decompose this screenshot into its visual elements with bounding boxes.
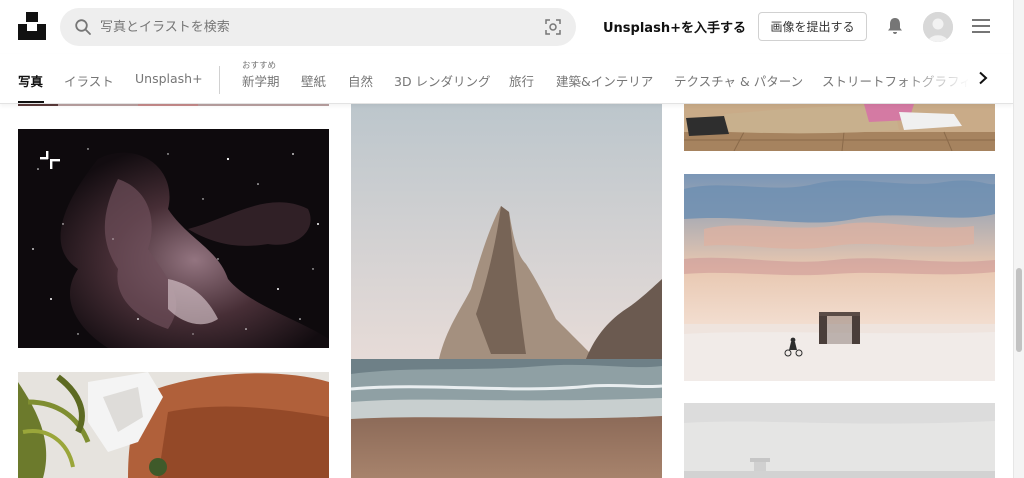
visual-search-icon[interactable]	[544, 18, 562, 36]
tab-textures-patterns[interactable]: テクスチャ & パターン	[674, 71, 803, 90]
tab-travel[interactable]: 旅行	[509, 71, 534, 90]
tab-3d-renders[interactable]: 3D レンダリング	[394, 71, 491, 90]
recommend-label: おすすめ	[242, 61, 277, 71]
tab-nature[interactable]: 自然	[348, 71, 373, 90]
tab-architecture-interior[interactable]: 建築&インテリア	[556, 71, 653, 90]
search-input[interactable]	[100, 8, 540, 46]
top-header: Unsplash+を入手する 画像を提出する	[0, 0, 1013, 54]
photo-legs-on-pier[interactable]	[684, 104, 995, 151]
hamburger-menu-icon[interactable]	[970, 17, 992, 35]
chevron-right-icon	[979, 71, 988, 85]
search-icon[interactable]	[74, 18, 92, 36]
submit-image-button[interactable]: 画像を提出する	[758, 12, 867, 41]
tab-unsplash-plus[interactable]: Unsplash+	[135, 71, 203, 86]
tab-photos[interactable]: 写真	[18, 71, 43, 90]
page-scrollbar[interactable]	[1013, 0, 1024, 478]
photo-foggy-lighthouse[interactable]	[684, 403, 995, 478]
bell-icon[interactable]	[885, 16, 905, 36]
category-nav: 写真 イラスト Unsplash+ おすすめ 新学期 壁紙 自然 3D レンダリ…	[0, 54, 1013, 104]
nav-divider	[219, 66, 220, 94]
nav-fade	[900, 54, 970, 103]
tab-wallpapers[interactable]: 壁紙	[301, 71, 326, 90]
nav-next-button[interactable]	[968, 54, 1008, 103]
search-bar[interactable]	[60, 8, 576, 46]
active-tab-indicator	[18, 101, 44, 103]
photo-sea-stack-beach[interactable]	[351, 104, 662, 478]
photo-desert-cyclist[interactable]	[684, 174, 995, 381]
photo-space-nebula[interactable]	[18, 129, 329, 348]
tab-back-to-school[interactable]: 新学期	[242, 71, 280, 90]
avatar[interactable]	[923, 12, 953, 42]
scrollbar-thumb[interactable]	[1016, 268, 1022, 352]
tab-illustrations[interactable]: イラスト	[64, 71, 114, 90]
unsplash-logo[interactable]	[18, 12, 46, 40]
get-unsplash-plus-link[interactable]: Unsplash+を入手する	[603, 17, 746, 36]
photo-desert-rocks[interactable]	[18, 372, 329, 478]
